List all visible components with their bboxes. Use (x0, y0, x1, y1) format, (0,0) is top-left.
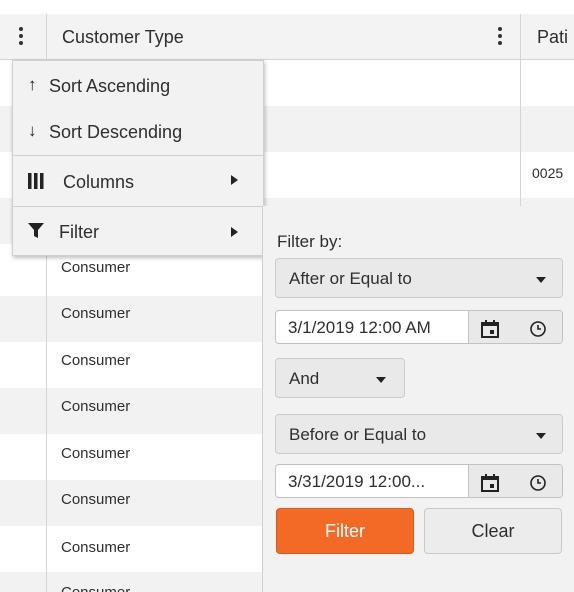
chevron-right-icon (231, 227, 238, 237)
header-divider (46, 14, 47, 60)
chevron-down-icon (376, 377, 386, 383)
cell-customer-type: Consumer (61, 398, 131, 415)
column-menu-icon[interactable] (495, 24, 505, 50)
menu-divider (13, 155, 263, 156)
calendar-icon[interactable] (481, 320, 499, 343)
menu-item-sort-descending[interactable]: ↓ Sort Descending (13, 109, 263, 155)
chevron-down-icon (536, 277, 546, 283)
header-divider (520, 14, 521, 60)
menu-item-filter[interactable]: Filter (13, 209, 263, 255)
grid-header: Customer Type Pati (0, 14, 574, 60)
arrow-up-icon: ↑ (28, 75, 37, 94)
menu-divider (13, 206, 263, 207)
chevron-down-icon (536, 433, 546, 439)
menu-item-label: Sort Descending (49, 122, 183, 142)
filter-by-label: Filter by: (277, 232, 343, 251)
filter-panel: Filter by: After or Equal to 3/1/2019 12… (262, 206, 574, 592)
cell-customer-type: Consumer (61, 491, 131, 508)
clear-button[interactable]: Clear (424, 508, 562, 554)
clock-icon[interactable] (529, 474, 547, 497)
columns-icon (28, 173, 44, 194)
chevron-right-icon (231, 175, 238, 185)
date-input-1[interactable]: 3/1/2019 12:00 AM (275, 310, 563, 344)
filter-button[interactable]: Filter (276, 508, 414, 554)
cell-customer-type: Consumer (61, 259, 131, 276)
cell-customer-type: Consumer (61, 305, 131, 322)
date-input-2[interactable]: 3/31/2019 12:00... (275, 464, 563, 498)
cell-customer-type: Consumer (61, 352, 131, 369)
clock-icon[interactable] (529, 320, 547, 343)
header-customer-type[interactable]: Customer Type (62, 27, 184, 48)
calendar-icon[interactable] (481, 474, 499, 497)
menu-item-sort-ascending[interactable]: ↑ Sort Ascending (13, 63, 263, 109)
arrow-down-icon: ↓ (28, 121, 37, 140)
funnel-icon (28, 223, 44, 244)
cell-customer-type: Consumer (61, 584, 130, 592)
cell-customer-type: Consumer (61, 539, 131, 556)
operator-dropdown-1[interactable]: After or Equal to (275, 258, 563, 298)
cell-customer-type: Consumer (61, 445, 131, 462)
operator-dropdown-2[interactable]: Before or Equal to (275, 414, 563, 454)
menu-item-label: Columns (63, 172, 135, 192)
cell-patient: 0025 (532, 165, 564, 181)
column-menu-icon[interactable] (16, 24, 26, 50)
menu-item-label: Filter (59, 222, 99, 242)
menu-item-label: Sort Ascending (49, 76, 171, 96)
logic-dropdown[interactable]: And (275, 358, 405, 398)
header-patient[interactable]: Pati (537, 27, 568, 48)
menu-item-columns[interactable]: Columns (13, 159, 263, 205)
column-menu: ↑ Sort Ascending ↓ Sort Descending Colum… (12, 60, 264, 256)
